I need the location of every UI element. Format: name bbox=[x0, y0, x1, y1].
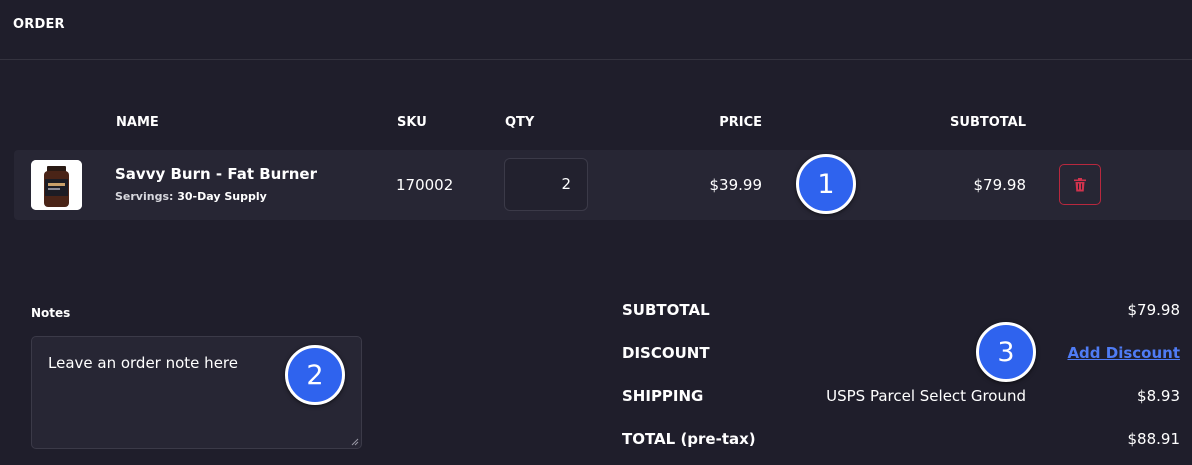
column-header-sku: SKU bbox=[397, 115, 427, 130]
summary-shipping-value: $8.93 bbox=[1137, 387, 1180, 405]
product-price: $39.99 bbox=[709, 176, 763, 194]
summary-total-label: TOTAL (pre-tax) bbox=[622, 430, 756, 448]
order-notes-text: Leave an order note here bbox=[48, 354, 238, 372]
summary-shipping-label: SHIPPING bbox=[622, 387, 704, 405]
column-header-price: PRICE bbox=[719, 115, 762, 130]
table-row: Savvy Burn - Fat Burner Servings: 30-Day… bbox=[14, 150, 1192, 220]
product-sku: 170002 bbox=[396, 176, 454, 194]
annotation-badge-1: 1 bbox=[796, 154, 856, 214]
summary-subtotal-label: SUBTOTAL bbox=[622, 301, 710, 319]
summary-total-value: $88.91 bbox=[1127, 430, 1181, 448]
annotation-badge-2: 2 bbox=[285, 345, 345, 405]
product-subtotal: $79.98 bbox=[973, 176, 1027, 194]
summary-subtotal-value: $79.98 bbox=[1127, 301, 1181, 319]
summary-discount-label: DISCOUNT bbox=[622, 344, 710, 362]
delete-item-button[interactable] bbox=[1059, 164, 1101, 205]
resize-handle-icon[interactable] bbox=[351, 438, 359, 446]
notes-label: Notes bbox=[31, 306, 71, 320]
page-title: ORDER bbox=[13, 17, 65, 32]
column-header-name: NAME bbox=[116, 115, 159, 130]
product-option: Servings: 30-Day Supply bbox=[115, 190, 267, 203]
shipping-method: USPS Parcel Select Ground bbox=[826, 387, 1026, 405]
page-header: ORDER bbox=[0, 0, 1192, 60]
product-image bbox=[31, 160, 82, 210]
annotation-badge-3: 3 bbox=[976, 322, 1036, 382]
quantity-input[interactable]: 2 bbox=[504, 158, 588, 211]
column-header-subtotal: SUBTOTAL bbox=[950, 115, 1026, 130]
product-option-label: Servings: bbox=[115, 190, 174, 203]
add-discount-link[interactable]: Add Discount bbox=[1067, 344, 1180, 362]
trash-icon bbox=[1074, 177, 1086, 191]
product-name: Savvy Burn - Fat Burner bbox=[115, 165, 317, 183]
product-option-value: 30-Day Supply bbox=[177, 190, 267, 203]
column-header-qty: QTY bbox=[505, 115, 535, 130]
